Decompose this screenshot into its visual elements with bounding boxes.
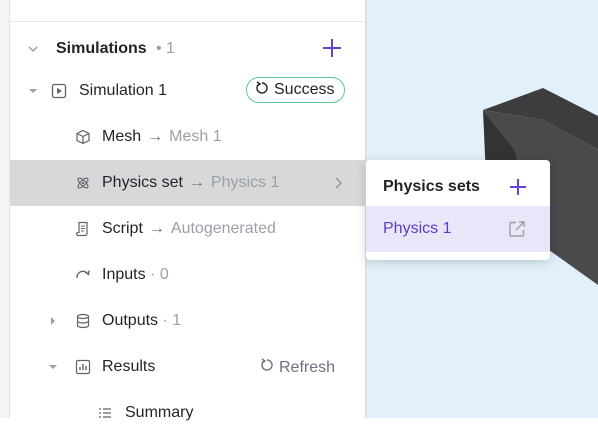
- mesh-label: Mesh: [102, 128, 142, 145]
- inputs-row[interactable]: Inputs · 0: [10, 252, 365, 298]
- popup-item-label: Physics 1: [383, 220, 452, 237]
- arrow-right-icon: →: [188, 174, 205, 191]
- script-row[interactable]: Script → Autogenerated: [10, 206, 365, 252]
- physics-target: Physics 1: [210, 174, 280, 191]
- physics-label: Physics set: [102, 174, 183, 191]
- refresh-button[interactable]: Refresh: [260, 358, 335, 377]
- status-badge: Success: [246, 77, 346, 103]
- refresh-icon: [260, 358, 274, 377]
- popup-title: Physics sets: [383, 178, 480, 195]
- script-label: Script: [102, 220, 143, 237]
- add-physics-set-button[interactable]: [509, 178, 527, 201]
- simulation-name: Simulation 1: [79, 82, 168, 99]
- summary-label: Summary: [125, 404, 194, 421]
- chevron-right-icon[interactable]: [332, 177, 344, 189]
- inputs-label: Inputs: [102, 266, 146, 283]
- popup-item-physics-1[interactable]: Physics 1: [366, 206, 550, 252]
- refresh-icon: [255, 80, 269, 100]
- external-link-icon[interactable]: [508, 220, 526, 243]
- outputs-label-line: Outputs · 1: [102, 312, 181, 330]
- arrow-right-icon: →: [147, 128, 164, 145]
- section-count: • 1: [156, 40, 175, 57]
- outputs-label: Outputs: [102, 312, 159, 329]
- physics-sets-popup: Physics sets Physics 1: [366, 160, 550, 260]
- results-row[interactable]: Results Refresh: [10, 344, 365, 390]
- mesh-target: Mesh 1: [169, 128, 222, 145]
- inputs-label-line: Inputs · 0: [102, 266, 169, 284]
- chevron-down-icon[interactable]: [28, 86, 38, 96]
- chevron-right-icon[interactable]: [48, 316, 58, 326]
- redo-arrow-icon: [74, 266, 92, 284]
- summary-row[interactable]: Summary: [10, 390, 365, 436]
- top-divider: [10, 21, 365, 22]
- outputs-row[interactable]: Outputs · 1: [10, 298, 365, 344]
- bar-chart-icon: [74, 358, 92, 376]
- inputs-count: · 0: [150, 266, 169, 283]
- mesh-row[interactable]: Mesh → Mesh 1: [10, 114, 365, 160]
- simulation-row[interactable]: Simulation 1 Success: [10, 68, 365, 114]
- arrow-right-icon: →: [148, 220, 165, 237]
- add-simulation-button[interactable]: [322, 36, 342, 62]
- left-edge-panel: [0, 0, 10, 418]
- simulations-section-header[interactable]: Simulations • 1: [10, 26, 365, 72]
- refresh-label: Refresh: [279, 358, 336, 376]
- physics-set-row[interactable]: Physics set → Physics 1: [10, 160, 365, 206]
- results-label: Results: [102, 358, 156, 375]
- status-text: Success: [274, 81, 335, 98]
- script-icon: [74, 220, 92, 238]
- section-title: Simulations: [56, 40, 147, 57]
- database-icon: [74, 312, 92, 330]
- physics-label-line: Physics set → Physics 1: [102, 174, 279, 192]
- script-target: Autogenerated: [170, 220, 276, 237]
- play-square-icon: [50, 82, 68, 100]
- list-icon: [96, 404, 114, 422]
- chevron-down-icon[interactable]: [48, 362, 58, 372]
- chevron-down-icon[interactable]: [28, 44, 38, 54]
- outputs-count: · 1: [162, 312, 182, 329]
- mesh-label-line: Mesh → Mesh 1: [102, 128, 222, 146]
- cube-icon: [74, 128, 92, 146]
- atom-icon: [74, 174, 92, 192]
- script-label-line: Script → Autogenerated: [102, 220, 276, 238]
